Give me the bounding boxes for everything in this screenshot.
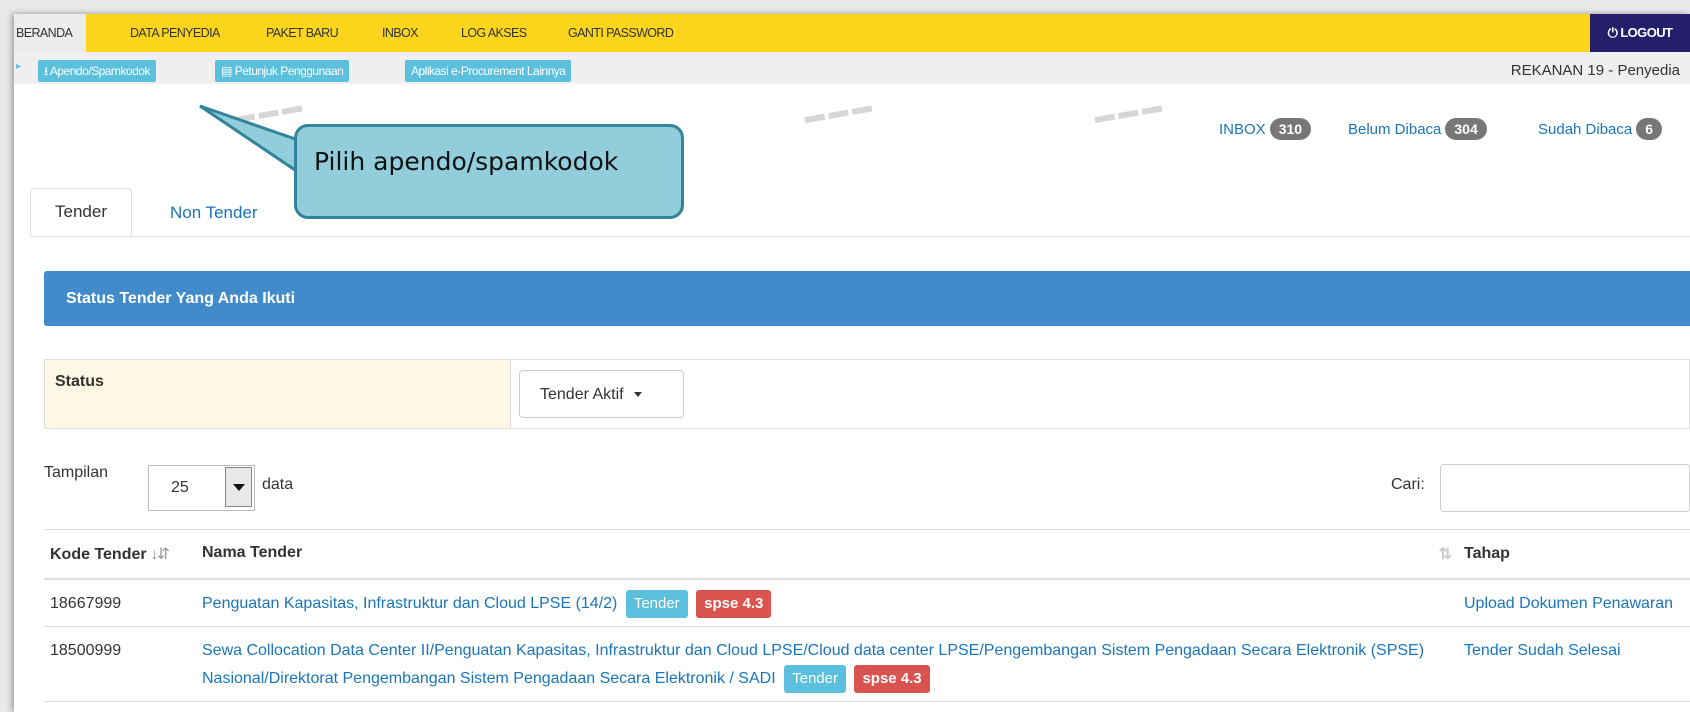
tab-non-tender[interactable]: Non Tender [146,190,282,236]
table-header-row: Kode Tender ↓⇵ Nama Tender ⇅ Tahap [44,529,1690,580]
table-row: 18667999 Penguatan Kapasitas, Infrastruk… [44,579,1690,627]
tahap-link[interactable]: Upload Dokumen Penawaran [1464,595,1673,612]
read-counter[interactable]: Sudah Dibaca 6 [1538,118,1663,140]
kode-cell: 18500999 [44,626,196,702]
caret-down-icon [633,392,642,398]
status-value: Tender Aktif [540,386,624,403]
status-dropdown[interactable]: Tender Aktif [519,370,684,418]
tender-table: Kode Tender ↓⇵ Nama Tender ⇅ Tahap 1866799… [44,529,1690,702]
unread-badge: 304 [1445,118,1487,140]
tahap-link[interactable]: Tender Sudah Selesai [1464,642,1621,659]
logout-label: LOGOUT [1620,25,1673,40]
col-tahap[interactable]: Tahap [1458,529,1690,580]
col-kode[interactable]: Kode Tender ↓⇵ [44,529,196,580]
spse-tag: spse 4.3 [696,590,772,618]
tahap-cell: Upload Dokumen Penawaran [1458,579,1690,627]
kode-cell: 18667999 [44,579,196,627]
table-row: 18500999 Sewa Collocation Data Center II… [44,626,1690,702]
app-window: BERANDA DATA PENYEDIA PAKET BARU INBOX L… [14,14,1690,712]
read-badge: 6 [1636,118,1663,140]
tender-tag: Tender [625,590,688,618]
search-label: Cari: [1391,476,1425,493]
sort-icon: ⇅ [1438,546,1452,563]
read-label: Sudah Dibaca [1538,121,1633,138]
power-icon: ⏻ [1607,25,1618,40]
tender-tag: Tender [784,665,846,693]
panel-title: Status Tender Yang Anda Ikuti [44,271,1690,326]
length-prefix: Tampilan [44,464,109,481]
watermark: ▬▬▬ [1092,93,1168,129]
inbox-counter[interactable]: INBOX 310 [1219,118,1312,140]
nama-cell: Penguatan Kapasitas, Infrastruktur dan C… [196,579,1458,627]
callout-text: Pilih apendo/spamkodok [314,147,619,176]
length-suffix: data [262,476,294,493]
logout-button[interactable]: ⏻ LOGOUT [1590,14,1690,52]
nama-cell: Sewa Collocation Data Center II/Penguata… [196,626,1458,702]
user-role: REKANAN 19 - Penyedia [1510,62,1680,79]
unread-label: Belum Dibaca [1348,121,1442,138]
tender-link[interactable]: Penguatan Kapasitas, Infrastruktur dan C… [202,595,617,612]
status-label: Status [45,360,511,428]
spse-tag: spse 4.3 [854,665,930,693]
search-input[interactable] [1440,464,1690,512]
tender-tabs: Tender Non Tender [30,174,1690,237]
inbox-label: INBOX [1219,121,1266,138]
tahap-cell: Tender Sudah Selesai [1458,626,1690,702]
tab-tender[interactable]: Tender [30,188,132,236]
status-filter: Status Tender Aktif [44,359,1690,429]
watermark: ▬▬▬ [802,93,878,129]
inbox-badge: 310 [1269,118,1312,140]
unread-counter[interactable]: Belum Dibaca 304 [1348,118,1487,140]
sort-icon: ↓⇵ [150,546,170,563]
col-nama[interactable]: Nama Tender ⇅ [196,529,1458,580]
dropdown-arrow-icon[interactable] [225,467,252,507]
